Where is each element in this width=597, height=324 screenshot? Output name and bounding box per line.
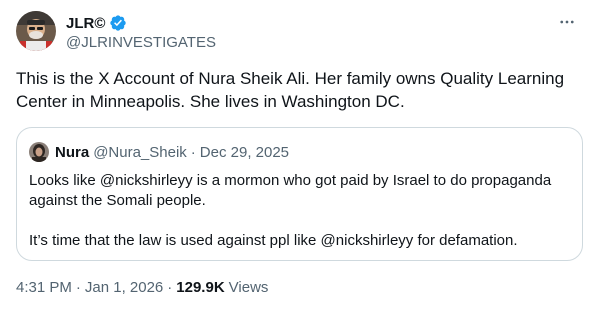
verified-badge-icon[interactable] [109,14,127,32]
views-label: Views [228,279,269,296]
post: JLR© @JLRINVESTIGATES This is the X Acco… [0,0,597,324]
post-time[interactable]: 4:31 PM [16,279,72,296]
meta-separator: · [167,279,173,296]
quoted-author-name: Nura [55,143,90,161]
post-meta: 4:31 PM · Jan 1, 2026 · 129.9K Views [16,279,268,296]
views-count: 129.9K [176,279,225,296]
tweet-text: This is the X Account of Nura Sheik Ali.… [16,69,565,111]
author-name-row: JLR© [66,13,127,33]
quoted-post-body: Looks like @nickshirleyy is a mormon who… [29,171,569,251]
quoted-author-avatar [29,142,49,162]
quoted-post-date: Dec 29, 2025 [199,143,290,161]
quoted-paragraph-2: It’s time that the law is used against p… [29,232,518,249]
meta-separator: · [75,279,81,296]
quoted-separator: · [190,143,196,161]
more-dots-icon[interactable] [555,10,579,34]
author-display-name[interactable]: JLR© [66,15,105,32]
quoted-post-header: Nura @Nura_Sheik · Dec 29, 2025 [29,142,289,162]
quoted-post[interactable]: Nura @Nura_Sheik · Dec 29, 2025 Looks li… [16,127,583,261]
post-date[interactable]: Jan 1, 2026 [85,279,163,296]
quoted-paragraph-1: Looks like @nickshirleyy is a mormon who… [29,172,552,209]
quoted-author-handle: @Nura_Sheik [93,143,187,161]
author-avatar[interactable] [16,11,56,51]
author-handle[interactable]: @JLRINVESTIGATES [66,34,216,51]
